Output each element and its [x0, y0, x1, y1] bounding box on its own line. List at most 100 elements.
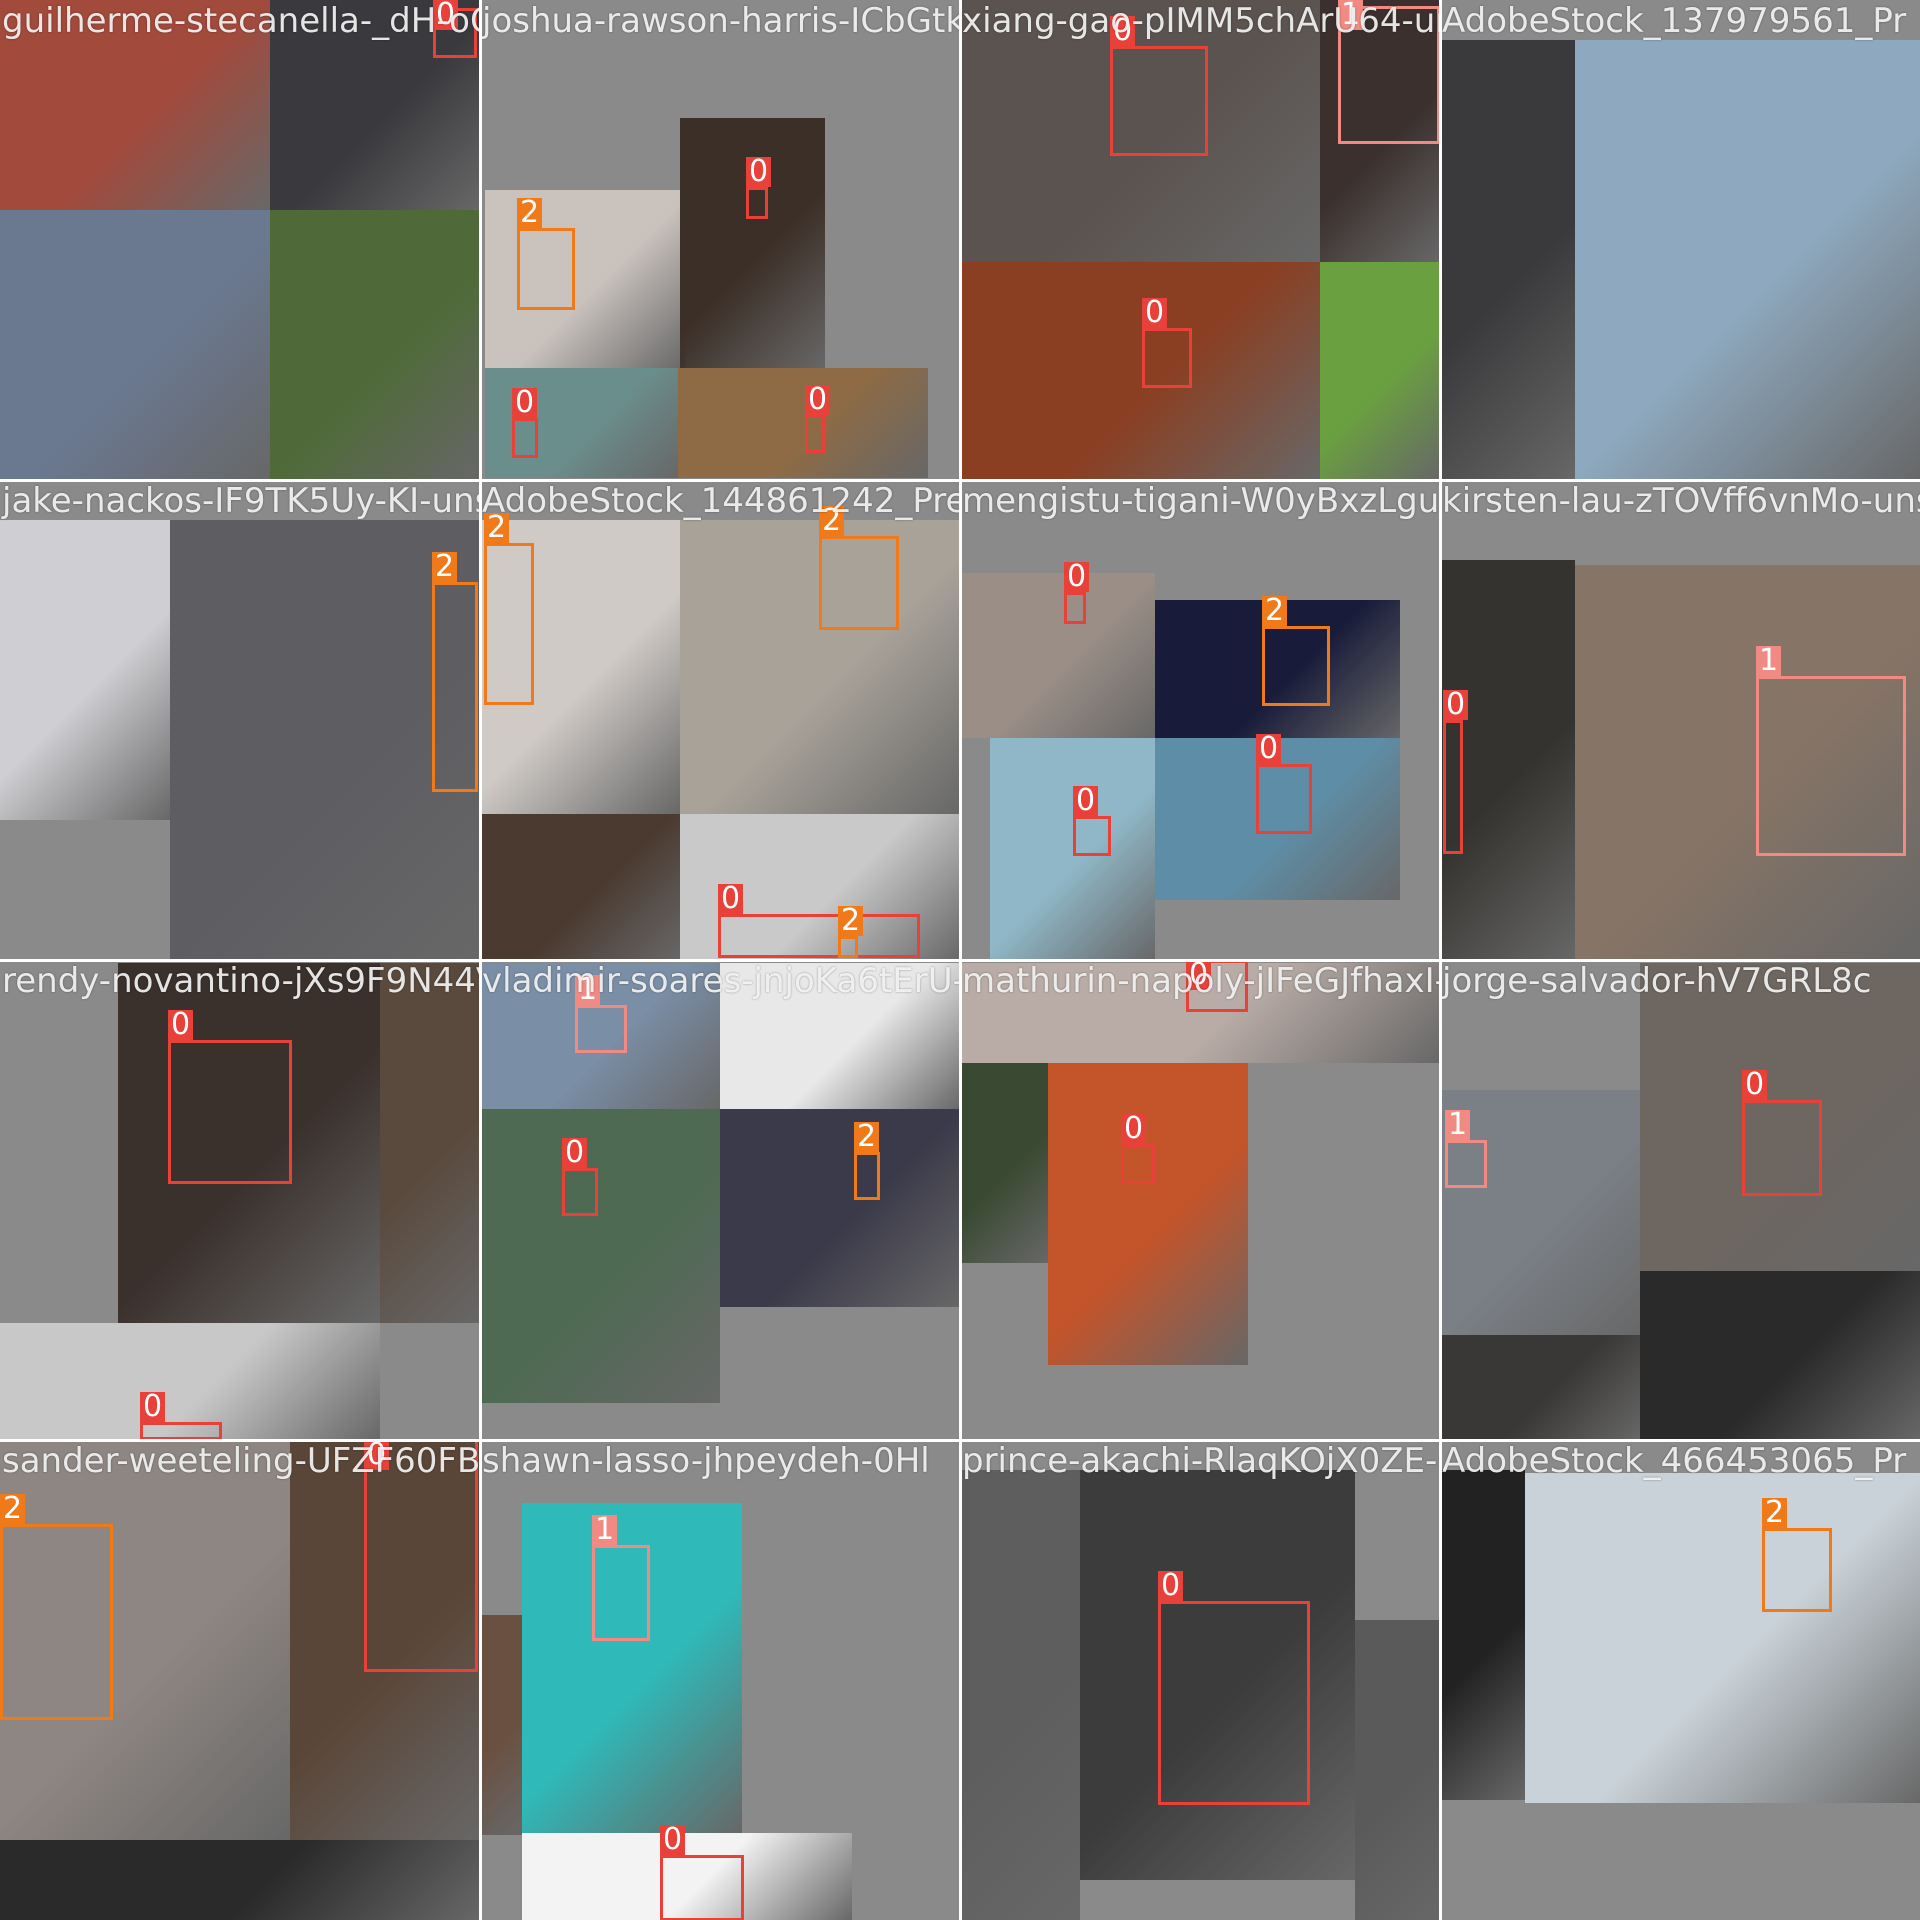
tile-house-blur	[270, 210, 480, 480]
detection-box	[854, 1152, 880, 1200]
tile-dark-corner	[1640, 1271, 1920, 1440]
cell-filename-label: rendy-novantino-jXs9F9N44Vs-unsplash.jpg	[2, 961, 480, 1001]
tile-steam-man	[720, 1109, 960, 1307]
mosaic-cell: mengistu-tigani-W0yBxzLguSk-unsplash.jpg…	[960, 480, 1440, 960]
detection-class-label: 0	[660, 1825, 686, 1855]
tile-side-portrait	[0, 520, 170, 820]
mosaic-cell: AdobeStock_137979561_Pr	[1440, 0, 1920, 480]
mosaic-cell: AdobeStock_466453065_Pr 2	[1440, 1440, 1920, 1920]
detection-class-label: 2	[0, 1494, 26, 1524]
tile-steam	[1440, 40, 1575, 480]
cell-filename-label: guilherme-stecanella-_dH-oQF9w-Y-unsplas…	[2, 1, 480, 41]
cell-filename-label: xiang-gao-pIMM5chArU64-unsplash.jpg	[962, 1, 1440, 41]
detection-box	[1121, 1144, 1155, 1184]
mosaic-cell: joshua-rawson-harris-ICbGtkrlX9g-unsplas…	[480, 0, 960, 480]
detection-box	[838, 936, 858, 958]
grid-divider-horizontal	[0, 959, 1920, 962]
detection-box	[575, 1005, 627, 1053]
detection-class-label: 0	[168, 1010, 194, 1040]
tile-dark-hair	[1440, 1335, 1640, 1440]
tile-wood	[480, 814, 680, 960]
detection-box	[1142, 328, 1192, 388]
detection-box	[1073, 816, 1111, 856]
detection-box	[592, 1545, 650, 1641]
detection-box	[746, 187, 768, 219]
tile-dark-strip	[0, 1840, 480, 1920]
detection-box	[168, 1040, 292, 1184]
cell-filename-label: joshua-rawson-harris-ICbGtkrlX9g-unsplas…	[482, 1, 960, 41]
detection-class-label: 2	[432, 552, 458, 582]
mosaic-cell: guilherme-stecanella-_dH-oQF9w-Y-unsplas…	[0, 0, 480, 480]
cell-filename-label: AdobeStock_466453065_Pr	[1442, 1441, 1907, 1481]
detection-class-label: 0	[562, 1138, 588, 1168]
tile-tarp	[0, 210, 270, 480]
tile-side-person	[380, 963, 480, 1323]
mosaic-cell: sander-weeteling-UFZF60FBzdc-unsplash.jp…	[0, 1440, 480, 1920]
mosaic-cell: prince-akachi-RlaqKOjX0ZE-unsplash.jpg 0	[960, 1440, 1440, 1920]
detection-class-label: 0	[1142, 298, 1168, 328]
mosaic-cell: rendy-novantino-jXs9F9N44Vs-unsplash.jpg…	[0, 960, 480, 1440]
cell-filename-label: jake-nackos-IF9TK5Uy-KI-unsplash.jpg	[2, 481, 480, 521]
detection-box	[660, 1855, 744, 1920]
detection-class-label: 1	[592, 1515, 618, 1545]
detection-class-label: 0	[1064, 562, 1090, 592]
tile-grass	[1320, 262, 1440, 480]
tile-street-woman	[960, 573, 1155, 738]
mosaic-cell: jorge-salvador-hV7GRL8c 0 1	[1440, 960, 1920, 1440]
detection-class-label: 1	[1445, 1110, 1471, 1140]
tile-left-scenery	[960, 1063, 1048, 1263]
cell-filename-label: kirsten-lau-zTOVff6vnMo-unsplash	[1442, 481, 1920, 521]
detection-class-label: 0	[1121, 1114, 1147, 1144]
detection-class-label: 2	[854, 1122, 880, 1152]
tile-telescope	[1575, 40, 1920, 480]
detection-box	[1256, 764, 1312, 834]
tile-smoke	[1355, 1620, 1440, 1920]
detection-class-label: 0	[1443, 690, 1469, 720]
detection-class-label: 2	[838, 906, 864, 936]
detection-box	[432, 582, 478, 792]
cell-filename-label: AdobeStock_137979561_Pr	[1442, 1, 1907, 41]
detection-class-label: 2	[517, 198, 543, 228]
tile-left-black	[1440, 1470, 1525, 1800]
cell-filename-label: AdobeStock_144861242_Preview.jpg	[482, 481, 960, 521]
cell-filename-label: mathurin-napoly-jIFeGJfhaxI-unsplash.jpg	[962, 961, 1440, 1001]
detection-box	[1443, 720, 1463, 854]
tile-left-slice	[480, 1615, 522, 1835]
detection-box	[562, 1168, 598, 1216]
detection-class-label: 0	[805, 385, 831, 415]
cell-filename-label: sander-weeteling-UFZF60FBzdc-unsplash.jp…	[2, 1441, 480, 1481]
detection-box	[1158, 1601, 1310, 1805]
tile-forest-woman	[480, 1109, 720, 1403]
detection-box	[1110, 46, 1208, 156]
tile-crowd	[678, 368, 928, 478]
detection-box	[140, 1422, 222, 1440]
detection-class-label: 2	[1262, 596, 1288, 626]
detection-box	[1762, 1528, 1832, 1612]
tile-school-bus	[1048, 1063, 1248, 1365]
mosaic-cell: AdobeStock_144861242_Preview.jpg2202	[480, 480, 960, 960]
cell-filename-label: jorge-salvador-hV7GRL8c	[1442, 961, 1872, 1001]
detection-class-label: 0	[1256, 734, 1282, 764]
mosaic-cell: kirsten-lau-zTOVff6vnMo-unsplash 0 1	[1440, 480, 1920, 960]
mosaic-cell: mathurin-napoly-jIFeGJfhaxI-unsplash.jpg…	[960, 960, 1440, 1440]
detection-box	[805, 415, 825, 453]
detection-class-label: 0	[512, 388, 538, 418]
grid-divider-horizontal	[0, 1439, 1920, 1442]
cell-filename-label: mengistu-tigani-W0yBxzLguSk-unsplash.jpg	[962, 481, 1440, 521]
tile-left-dark	[960, 1470, 1080, 1920]
grid-divider-vertical	[1439, 0, 1442, 1920]
detection-box	[1262, 626, 1330, 706]
detection-class-label: 2	[1762, 1498, 1788, 1528]
mosaic-cell: shawn-lasso-jhpeydeh-0Hl 1 0	[480, 1440, 960, 1920]
cell-filename-label: shawn-lasso-jhpeydeh-0Hl	[482, 1441, 930, 1481]
mosaic-cell: vladimir-soares-jnjoKa6tErU-unsplash.jpg…	[480, 960, 960, 1440]
detection-class-label: 1	[1756, 646, 1782, 676]
detection-class-label: 0	[1742, 1070, 1768, 1100]
cell-filename-label: prince-akachi-RlaqKOjX0ZE-unsplash.jpg	[962, 1441, 1440, 1481]
detection-box	[819, 536, 899, 630]
tile-angry-woman	[485, 190, 685, 368]
detection-box	[1064, 592, 1086, 624]
detection-box	[517, 228, 575, 310]
detection-box	[0, 1524, 113, 1720]
tile-laptop-man	[1525, 1473, 1920, 1803]
